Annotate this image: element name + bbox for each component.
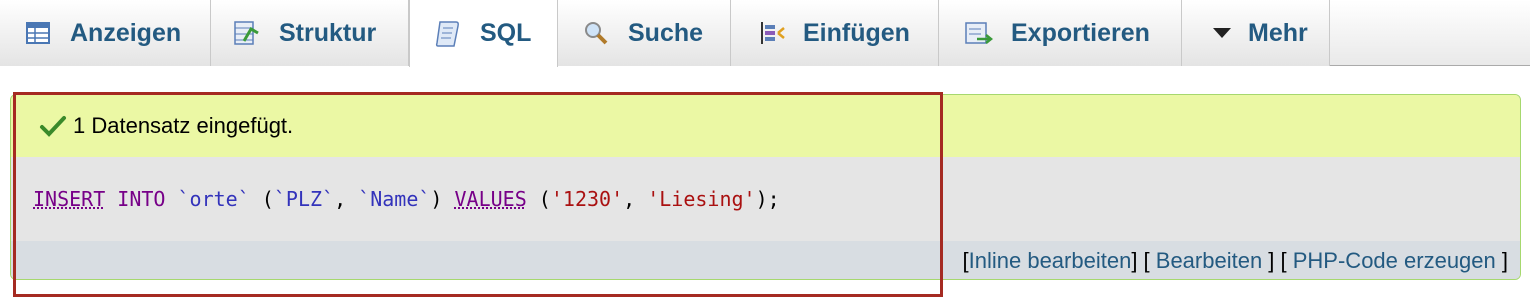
- bracket: ]: [1495, 248, 1508, 273]
- tab-sql[interactable]: SQL: [409, 0, 558, 67]
- sql-table-name: `orte`: [177, 187, 250, 211]
- sql-keyword: VALUES: [454, 187, 527, 211]
- tab-label: Mehr: [1248, 18, 1308, 47]
- sql-column: `PLZ`: [273, 187, 335, 211]
- sql-string: '1230': [550, 187, 624, 211]
- export-icon: [961, 18, 997, 48]
- tab-label: Struktur: [279, 18, 377, 47]
- sql-punct: ): [430, 187, 455, 211]
- bracket: ] [: [1131, 248, 1156, 273]
- query-result-panel: 1 Datensatz eingefügt. INSERT INTO `orte…: [10, 94, 1521, 280]
- tab-bar: Anzeigen Struktur SQL Suche Einfügen Exp…: [0, 0, 1530, 67]
- structure-icon: [229, 18, 265, 48]
- success-text: 1 Datensatz eingefügt.: [73, 113, 294, 138]
- tab-struktur[interactable]: Struktur: [211, 0, 409, 66]
- sql-keyword: INSERT: [33, 187, 106, 211]
- tab-exportieren[interactable]: Exportieren: [939, 0, 1182, 66]
- success-message: 1 Datensatz eingefügt.: [11, 95, 1520, 157]
- sql-punct: ,: [623, 187, 648, 211]
- sql-punct: (: [526, 187, 551, 211]
- sql-string: 'Liesing': [647, 187, 756, 211]
- check-icon: [39, 115, 67, 137]
- tab-einfuegen[interactable]: Einfügen: [731, 0, 939, 66]
- sql-query: INSERT INTO `orte` (`PLZ`, `Name`) VALUE…: [33, 187, 780, 211]
- sql-icon: [430, 19, 466, 49]
- sql-punct: );: [755, 187, 780, 211]
- chevron-down-icon: [1204, 18, 1240, 48]
- edit-link[interactable]: Bearbeiten: [1156, 248, 1262, 274]
- sql-query-box: INSERT INTO `orte` (`PLZ`, `Name`) VALUE…: [11, 157, 1520, 241]
- tab-label: Suche: [628, 18, 704, 47]
- tab-label: SQL: [480, 19, 532, 47]
- search-icon: [578, 18, 614, 48]
- tab-mehr[interactable]: Mehr: [1182, 0, 1330, 66]
- sql-punct: ,: [334, 187, 359, 211]
- sql-column: `Name`: [358, 187, 431, 211]
- tab-label: Einfügen: [803, 18, 910, 47]
- table-icon: [20, 18, 56, 48]
- sql-keyword: INTO: [117, 187, 166, 211]
- php-code-link[interactable]: PHP-Code erzeugen: [1293, 248, 1496, 274]
- sql-punct: (: [249, 187, 274, 211]
- insert-icon: [753, 18, 789, 48]
- tab-label: Exportieren: [1011, 18, 1150, 47]
- tab-label: Anzeigen: [70, 18, 182, 47]
- tab-suche[interactable]: Suche: [558, 0, 731, 66]
- tab-anzeigen[interactable]: Anzeigen: [0, 0, 211, 66]
- bracket: ] [: [1262, 248, 1293, 273]
- inline-edit-link[interactable]: Inline bearbeiten: [969, 248, 1132, 274]
- query-actions: [Inline bearbeiten] [ Bearbeiten ] [ PHP…: [11, 241, 1520, 279]
